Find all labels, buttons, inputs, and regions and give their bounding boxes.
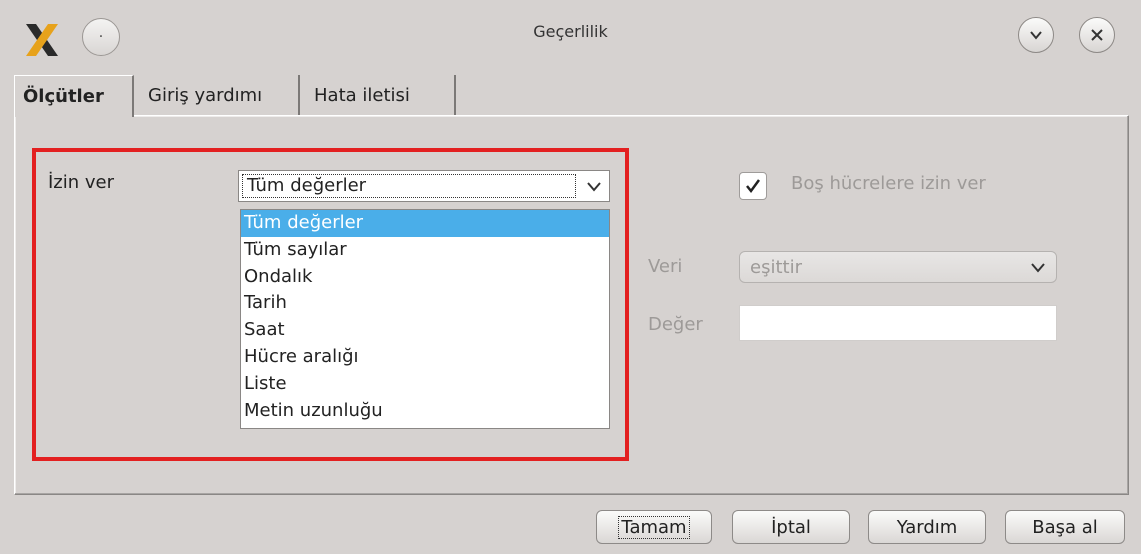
tab-input-help[interactable]: Giriş yardımı <box>140 75 300 115</box>
list-item[interactable]: Tüm değerler <box>241 210 609 237</box>
list-item[interactable]: Saat <box>241 317 609 344</box>
checkmark-icon <box>746 179 761 194</box>
value-label: Değer <box>648 314 703 335</box>
allow-dropdown[interactable]: Tüm değerler <box>238 170 610 202</box>
allow-options-list: Tüm değerler Tüm sayılar Ondalık Tarih S… <box>240 209 610 429</box>
list-item[interactable]: Tarih <box>241 290 609 317</box>
tab-label: Hata iletisi <box>314 84 410 106</box>
list-item[interactable]: Tüm sayılar <box>241 237 609 264</box>
close-icon <box>1091 29 1103 41</box>
tab-criteria[interactable]: Ölçütler <box>14 75 134 117</box>
window-title: Geçerlilik <box>533 22 608 41</box>
allow-empty-checkbox[interactable] <box>739 172 767 200</box>
close-button[interactable] <box>1079 17 1115 53</box>
reset-button[interactable]: Başa al <box>1005 510 1125 544</box>
tab-label: Giriş yardımı <box>148 84 263 106</box>
cancel-button[interactable]: İptal <box>732 510 850 544</box>
reset-button-label: Başa al <box>1032 516 1098 538</box>
minimize-button[interactable] <box>1018 17 1054 53</box>
data-label: Veri <box>648 256 683 277</box>
chevron-down-icon <box>1030 31 1042 40</box>
data-dropdown[interactable]: eşittir <box>739 251 1057 283</box>
allow-empty-label: Boş hücrelere izin ver <box>791 173 986 194</box>
allow-label: İzin ver <box>48 172 115 193</box>
allow-dropdown-value: Tüm değerler <box>242 174 576 198</box>
list-item[interactable]: Metin uzunluğu <box>241 398 609 425</box>
chevron-down-icon[interactable] <box>583 177 605 197</box>
title-bar: · Geçerlilik <box>0 0 1141 70</box>
data-dropdown-value: eşittir <box>750 257 802 278</box>
cancel-button-label: İptal <box>771 516 811 538</box>
list-item[interactable]: Liste <box>241 371 609 398</box>
help-button-label: Yardım <box>896 516 958 538</box>
chevron-down-icon <box>1028 259 1048 277</box>
list-item[interactable]: Hücre aralığı <box>241 344 609 371</box>
value-input[interactable] <box>739 305 1057 341</box>
tab-label: Ölçütler <box>23 86 104 107</box>
tab-error-alert[interactable]: Hata iletisi <box>306 75 456 115</box>
help-button[interactable]: Yardım <box>868 510 986 544</box>
ok-button[interactable]: Tamam <box>596 510 712 544</box>
ok-button-label: Tamam <box>618 515 690 539</box>
list-item[interactable]: Ondalık <box>241 264 609 291</box>
